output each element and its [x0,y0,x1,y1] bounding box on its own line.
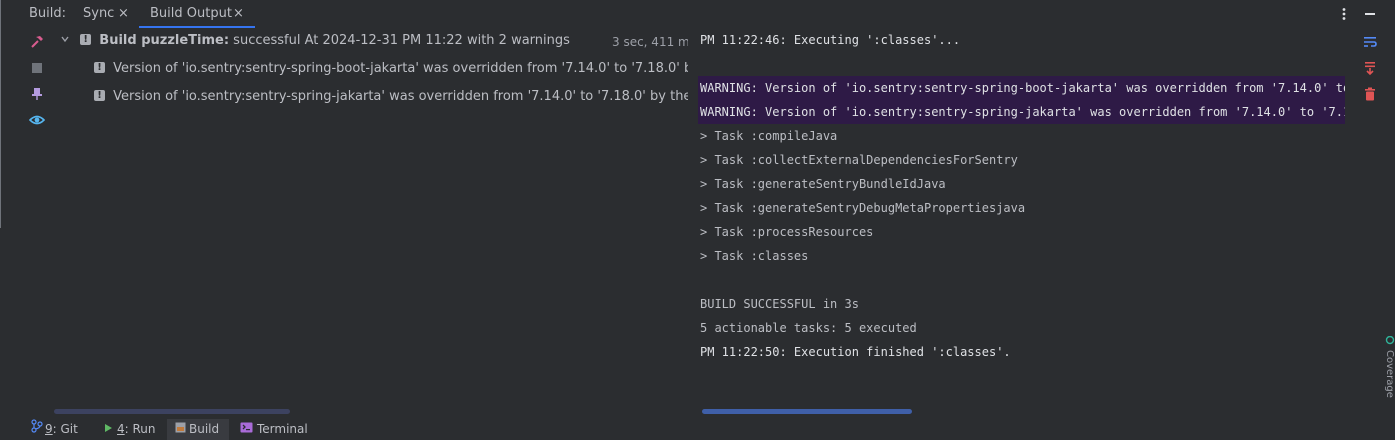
bottom-tab-terminal-label: Terminal [257,422,308,436]
build-duration: 3 sec, 411 ms [612,35,688,49]
bottom-tab-build-label: Build [189,422,220,436]
soft-wrap-icon[interactable] [1362,34,1378,50]
build-status-text: successful At 2024-12-31 PM 11:22 with 2… [229,33,570,48]
console-line: > Task :processResources [700,225,874,239]
terminal-icon [240,419,257,440]
console-output[interactable]: PM 11:22:46: Executing ':classes'... WAR… [698,28,1345,398]
close-icon[interactable]: × [233,0,244,28]
console-warning-line: WARNING: Version of 'io.sentry:sentry-sp… [698,100,1345,124]
tree-horizontal-scrollbar[interactable] [54,409,290,414]
tab-build-output[interactable]: Build Output × [139,0,255,28]
bottom-tab-run[interactable]: 4: Run [103,419,163,440]
build-name: Build puzzleTime: [99,33,230,48]
git-branch-icon [31,419,45,440]
minimize-icon[interactable] [1362,6,1378,22]
console-line: > Task :collectExternalDependenciesForSe… [700,153,1018,167]
console-line: > Task :compileJava [700,129,838,143]
tab-sync-label: Sync [83,6,115,21]
window-left-edge [0,0,1,228]
warning-icon: ! [94,62,105,73]
tool-window-header: Build: Sync × Build Output × [0,0,1395,28]
chevron-down-icon[interactable] [60,31,70,52]
tab-build-output-label: Build Output [150,6,232,21]
coverage-label: Coverage [1384,350,1395,398]
pin-icon[interactable] [29,86,45,102]
warning-text: Version of 'io.sentry:sentry-spring-jaka… [113,89,688,104]
tree-root-row[interactable]: ! Build puzzleTime: successful At 2024-1… [60,30,610,52]
bottom-tab-run-number: 4 [117,422,125,436]
bottom-tab-run-label: : Run [124,422,156,436]
bottom-tool-bar: 9: Git 4: Run Build Terminal [0,419,1395,440]
console-line: BUILD SUCCESSFUL in 3s [700,297,859,311]
scroll-to-end-icon[interactable] [1362,60,1378,76]
build-icon [175,419,189,440]
coverage-side-tab[interactable]: Coverage [1384,335,1395,416]
bottom-tab-build[interactable]: Build [167,419,229,440]
more-vertical-icon[interactable] [1336,6,1352,22]
tree-warning-row[interactable]: ! Version of 'io.sentry:sentry-spring-ja… [94,86,688,108]
warning-text: Version of 'io.sentry:sentry-spring-boot… [113,61,688,76]
eye-icon[interactable] [28,112,46,128]
bottom-tab-git-label: : Git [52,422,78,436]
console-line: > Task :generateSentryBundleIdJava [700,177,946,191]
clear-all-icon[interactable] [1362,86,1378,102]
tree-warning-row[interactable]: ! Version of 'io.sentry:sentry-spring-bo… [94,58,688,80]
warning-icon: ! [94,90,105,101]
console-line: 5 actionable tasks: 5 executed [700,321,917,335]
bottom-tab-terminal[interactable]: Terminal [240,419,320,440]
build-hammer-icon[interactable] [29,34,45,50]
console-line: > Task :generateSentryDebugMetaPropertie… [700,201,1026,215]
bottom-tab-git[interactable]: 9: Git [31,419,87,440]
console-line: > Task :classes [700,249,809,263]
close-icon[interactable]: × [118,0,129,28]
tab-sync[interactable]: Sync × [83,0,133,28]
stop-icon[interactable] [29,60,45,76]
console-horizontal-scrollbar[interactable] [702,409,912,414]
build-title-label: Build: [29,6,67,21]
run-icon [103,419,117,440]
bottom-tab-git-number: 9 [45,422,53,436]
warning-icon: ! [80,34,92,45]
console-line: PM 11:22:50: Execution finished ':classe… [700,345,1011,359]
console-warning-line: WARNING: Version of 'io.sentry:sentry-sp… [698,76,1345,100]
console-line: PM 11:22:46: Executing ':classes'... [700,33,961,47]
